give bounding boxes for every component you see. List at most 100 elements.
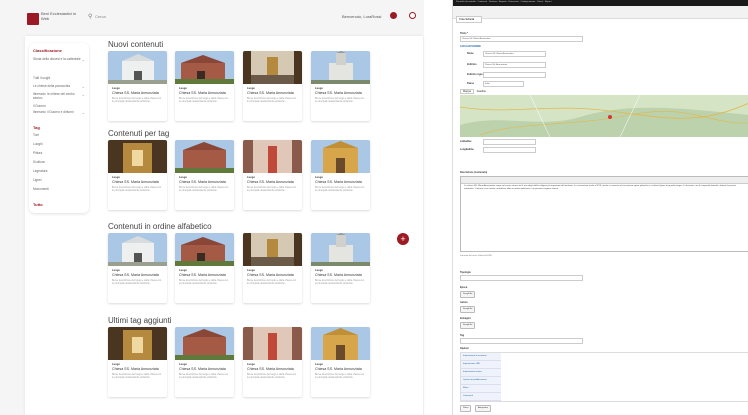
address2-input[interactable] xyxy=(483,72,546,78)
latitude-input[interactable] xyxy=(483,139,536,145)
search-input[interactable]: Cerca xyxy=(95,14,106,19)
content-card[interactable]: Luogo Chiesa SS. Maria Annunziata Breve de… xyxy=(175,51,234,121)
card-image[interactable] xyxy=(311,140,370,173)
card-title[interactable]: Chiesa SS. Maria Annunziata xyxy=(179,91,226,95)
card-image[interactable] xyxy=(175,51,234,84)
card-image[interactable] xyxy=(311,327,370,360)
content-card[interactable]: Luogo Chiesa SS. Maria Annunziata Breve de… xyxy=(311,233,370,303)
editor-toolbar[interactable] xyxy=(461,177,748,184)
chevron-down-icon[interactable]: ⌄ xyxy=(82,84,85,89)
add-button[interactable]: + xyxy=(397,233,409,245)
card-title[interactable]: Chiesa SS. Maria Annunziata xyxy=(112,367,159,371)
card-title[interactable]: Chiesa SS. Maria Annunziata xyxy=(247,367,294,371)
content-card[interactable]: Luogo Chiesa SS. Maria Annunziata Breve de… xyxy=(311,327,370,397)
card-image[interactable] xyxy=(243,327,302,360)
content-card[interactable]: Luogo Chiesa SS. Maria Annunziata Breve de… xyxy=(175,233,234,303)
content-card[interactable]: Luogo Chiesa SS. Maria Annunziata Breve de… xyxy=(108,51,167,121)
options-row[interactable]: Informazioni di revisione xyxy=(461,353,501,361)
content-card[interactable]: Luogo Chiesa SS. Maria Annunziata Breve de… xyxy=(243,327,302,397)
location-map[interactable] xyxy=(460,95,748,137)
body-text[interactable]: La chiesa SS. Maria Annunziata sorge nel… xyxy=(464,185,745,192)
content-card[interactable]: Luogo Chiesa SS. Maria Annunziata Breve de… xyxy=(311,51,370,121)
sidebar-item[interactable]: Tutti i luoghi xyxy=(33,76,81,81)
content-card[interactable]: Luogo Chiesa SS. Maria Annunziata Breve de… xyxy=(108,140,167,210)
sidebar-tag[interactable]: Scultura xyxy=(33,160,81,165)
user-icon[interactable] xyxy=(390,12,397,19)
sidebar-item[interactable]: Storia della diocesi e la cattedrale xyxy=(33,57,81,62)
preview-button[interactable]: Anteprima xyxy=(475,405,491,412)
country-select[interactable]: Italia xyxy=(483,81,524,87)
title-input[interactable]: Chiesa SS. Maria Annunziata xyxy=(460,36,583,42)
card-image[interactable] xyxy=(175,140,234,173)
sidebar-tag[interactable]: Luoghi xyxy=(33,142,81,147)
sidebar-item[interactable]: Le chiese della parrocchia xyxy=(33,84,81,89)
sidebar-tag[interactable]: Monumenti xyxy=(33,187,81,192)
card-image[interactable] xyxy=(108,140,167,173)
options-row[interactable]: Impostazioni URL xyxy=(461,361,501,369)
card-title[interactable]: Chiesa SS. Maria Annunziata xyxy=(315,91,362,95)
card-title[interactable]: Chiesa SS. Maria Annunziata xyxy=(112,273,159,277)
sidebar-tag[interactable]: Torri xyxy=(33,133,81,138)
map-tab-satellite[interactable]: Satellite xyxy=(475,90,488,93)
upload-button[interactable]: Scegli file xyxy=(460,291,476,298)
sidebar-item[interactable]: Itinerario: le chiese del centro storico xyxy=(33,92,81,101)
card-image[interactable] xyxy=(243,140,302,173)
content-card[interactable]: Luogo Chiesa SS. Maria Annunziata Breve de… xyxy=(175,327,234,397)
card-title[interactable]: Chiesa SS. Maria Annunziata xyxy=(179,180,226,184)
text-format[interactable]: Formato del testo: Filtered HTML xyxy=(460,255,492,257)
content-card[interactable]: Luogo Chiesa SS. Maria Annunziata Breve de… xyxy=(243,51,302,121)
card-title[interactable]: Chiesa SS. Maria Annunziata xyxy=(247,180,294,184)
card-image[interactable] xyxy=(108,51,167,84)
save-button[interactable]: Salva xyxy=(460,405,472,412)
card-title[interactable]: Chiesa SS. Maria Annunziata xyxy=(247,91,294,95)
card-image[interactable] xyxy=(243,51,302,84)
chevron-down-icon[interactable]: ⌄ xyxy=(82,57,85,62)
content-card[interactable]: Luogo Chiesa SS. Maria Annunziata Breve de… xyxy=(311,140,370,210)
sidebar-footer[interactable]: Tutto xyxy=(33,202,43,207)
sidebar-item[interactable]: Il Duomo xyxy=(33,104,81,109)
upload-button[interactable]: Scegli file xyxy=(460,322,476,329)
site-logo[interactable] xyxy=(27,13,39,25)
card-title[interactable]: Chiesa SS. Maria Annunziata xyxy=(112,180,159,184)
card-image[interactable] xyxy=(175,327,234,360)
tags-input[interactable] xyxy=(460,338,583,344)
content-card[interactable]: Luogo Chiesa SS. Maria Annunziata Breve de… xyxy=(243,140,302,210)
tipologia-input[interactable] xyxy=(460,275,583,281)
body-editor[interactable]: La chiesa SS. Maria Annunziata sorge nel… xyxy=(460,176,748,252)
content-card[interactable]: Luogo Chiesa SS. Maria Annunziata Breve de… xyxy=(243,233,302,303)
card-image[interactable] xyxy=(311,233,370,266)
admin-toolbar-text[interactable]: Pannello di controllo · Contenuti · Stru… xyxy=(456,1,551,3)
power-icon[interactable] xyxy=(409,12,416,19)
name-input[interactable]: Chiesa SS. Maria Annunziata xyxy=(483,51,546,57)
chevron-down-icon[interactable]: ⌄ xyxy=(82,92,85,97)
content-card[interactable]: Luogo Chiesa SS. Maria Annunziata Breve de… xyxy=(175,140,234,210)
sidebar-item[interactable]: Itinerario: il Duomo e dintorni xyxy=(33,110,81,115)
options-row[interactable]: Opzioni di pubblicazione xyxy=(461,377,501,385)
map-tab-map[interactable]: Mappa xyxy=(460,89,474,94)
sidebar-tag[interactable]: Lignei xyxy=(33,178,81,183)
card-title[interactable]: Chiesa SS. Maria Annunziata xyxy=(179,273,226,277)
content-card[interactable]: Luogo Chiesa SS. Maria Annunziata Breve de… xyxy=(108,327,167,397)
card-title[interactable]: Chiesa SS. Maria Annunziata xyxy=(112,91,159,95)
card-image[interactable] xyxy=(311,51,370,84)
card-title[interactable]: Chiesa SS. Maria Annunziata xyxy=(247,273,294,277)
card-title[interactable]: Chiesa SS. Maria Annunziata xyxy=(315,180,362,184)
sidebar-tag[interactable]: Pittura xyxy=(33,151,81,156)
card-title[interactable]: Chiesa SS. Maria Annunziata xyxy=(315,273,362,277)
longitude-input[interactable] xyxy=(483,147,536,153)
user-name[interactable]: Benvenuto, LoraRossi xyxy=(342,14,381,19)
card-image[interactable] xyxy=(108,233,167,266)
card-image[interactable] xyxy=(108,327,167,360)
chevron-down-icon[interactable]: ⌄ xyxy=(82,110,85,115)
options-row[interactable]: Commenti xyxy=(461,393,501,401)
options-row[interactable]: Informazioni autore xyxy=(461,369,501,377)
card-image[interactable] xyxy=(175,233,234,266)
search-icon[interactable]: ⚲ xyxy=(88,13,92,20)
card-title[interactable]: Chiesa SS. Maria Annunziata xyxy=(315,367,362,371)
options-row[interactable]: Menu xyxy=(461,385,501,393)
card-image[interactable] xyxy=(243,233,302,266)
content-card[interactable]: Luogo Chiesa SS. Maria Annunziata Breve de… xyxy=(108,233,167,303)
address-input[interactable]: Piazza SS. Annunziata xyxy=(483,62,546,68)
tab-create[interactable]: Crea Scheda xyxy=(456,16,482,23)
sidebar-tag[interactable]: Legnatura xyxy=(33,169,81,174)
